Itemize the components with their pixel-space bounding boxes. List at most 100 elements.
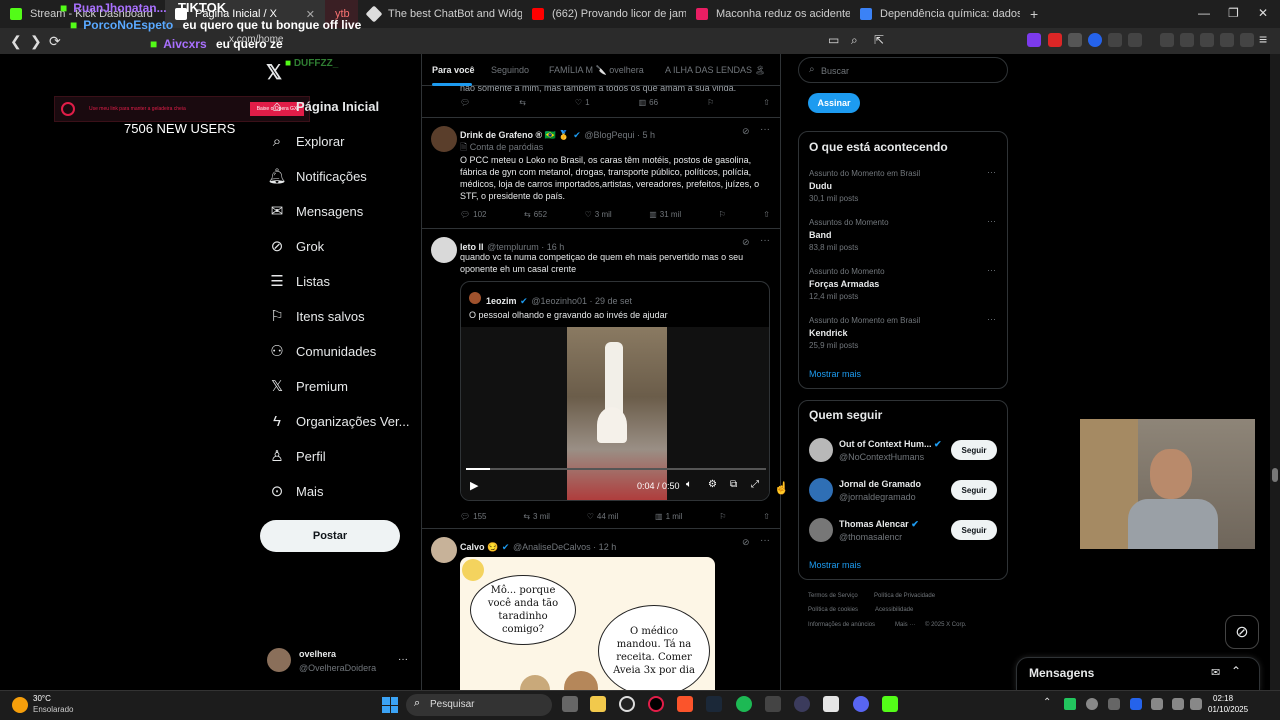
tweet-image-comic[interactable]: Mô... porque você anda tão taradinho com… [460,557,715,690]
sidebar-item-bookmarks[interactable]: ⚐ Itens salvos [268,302,364,330]
volume-icon[interactable] [1190,698,1202,710]
tweet-author[interactable]: Calvo 😏 [460,542,498,552]
views-button[interactable]: ▥ 1 mil [655,512,682,521]
tab-news-1[interactable]: Maconha reduz os acidentes de trân [686,0,850,28]
trend-item[interactable]: Assunto do Momento em Brasil Dudu 30,1 m… [809,167,999,209]
sidebar-item-lists[interactable]: ☰ Listas [268,267,330,295]
tab-news-2[interactable]: Dependência química: dados aponta [850,0,1020,28]
expand-icon[interactable]: ⌃ [1231,664,1241,678]
sidebar-item-home[interactable]: ⌂ Página Inicial [268,92,379,120]
app-icon[interactable] [765,696,781,712]
grok-icon[interactable]: ⊘ [1225,615,1259,649]
tweet-handle[interactable]: @AnaliseDeCalvos · 12 h [513,542,616,552]
notepad-icon[interactable] [823,696,839,712]
like-button[interactable]: ♡ 3 mil [585,210,612,219]
video-player[interactable]: ▶ 0:04 / 0:50 🔈︎ ⚙ ⧉ ⤢ [461,327,769,500]
brave-icon[interactable] [677,696,693,712]
minimize-icon[interactable]: — [1198,6,1210,20]
new-tab-button[interactable]: + [1020,0,1050,28]
opera-gx-icon[interactable] [648,696,664,712]
quoted-tweet[interactable]: 1eozim ✔ @1eozinho01 · 29 de set O pesso… [460,281,770,501]
scrollbar[interactable] [1270,54,1280,690]
windows-start-icon[interactable] [382,697,398,713]
follow-suggestion[interactable]: Out of Context Hum... ✔ @NoContextHumans… [799,435,1007,465]
views-button[interactable]: ▥ 31 mil [649,210,681,219]
extension-icon[interactable] [1128,33,1142,47]
discord-icon[interactable] [853,696,869,712]
share-icon[interactable]: ⇧ [763,210,770,219]
like-button[interactable]: ♡ 44 mil [587,512,619,521]
tray-app-icon[interactable] [1086,698,1098,710]
share-icon[interactable]: ⇧ [763,512,770,521]
tray-app-icon[interactable] [1108,698,1120,710]
vpn-icon[interactable] [1240,33,1254,47]
task-view-icon[interactable] [562,696,578,712]
trend-item[interactable]: Assuntos do Momento Band 83,8 mil posts … [809,216,999,258]
tweet[interactable]: Drink de Grafeno ® 🇧🇷 🥇 ✔ @BlogPequi · 5… [422,118,780,229]
tab-chatbot[interactable]: The best ChatBot and Widgets for Ki [358,0,522,28]
trend-item[interactable]: Assunto do Momento em Brasil Kendrick 25… [809,314,999,356]
tab-familia[interactable]: FAMÍLIA M 🔪 ovelhera [549,65,644,76]
bookmark-icon[interactable]: ⚐ [707,98,714,107]
show-more-link[interactable]: Mostrar mais [809,560,861,570]
pip-icon[interactable]: ⧉ [730,479,737,490]
more-icon[interactable]: ··· [760,535,770,546]
reply-button[interactable]: 💬︎ 102 [460,210,487,219]
footer-link[interactable]: Informações de anúncios [808,622,875,628]
more-icon[interactable]: ··· [987,265,996,275]
tab-for-you[interactable]: Para você [432,65,475,75]
reply-button[interactable]: 💬︎ 155 [460,512,487,521]
taskbar-search[interactable]: ⌕ Pesquisar [406,694,552,716]
avatar[interactable] [431,126,457,152]
sidebar-item-profile[interactable]: ♙ Perfil [268,442,325,470]
window-close-icon[interactable]: ✕ [1258,6,1268,20]
repost-button[interactable]: ⇆ 652 [524,210,547,219]
follow-button[interactable]: Seguir [951,440,997,460]
more-icon[interactable]: ··· [398,654,408,665]
sidebar-item-grok[interactable]: ⊘ Grok [268,232,324,260]
avatar[interactable] [431,537,457,563]
more-icon[interactable]: ··· [987,167,996,177]
tab-ilha[interactable]: A ILHA DAS LENDAS 🏝 [665,65,766,76]
sidebar-item-more[interactable]: ⊙ Mais [268,477,324,505]
follow-button[interactable]: Seguir [951,520,997,540]
follow-suggestion[interactable]: Jornal de Gramado @jornaldegramado Segui… [799,475,1007,505]
leo-icon[interactable] [1220,33,1234,47]
steam-icon[interactable] [706,696,722,712]
sidebar-item-communities[interactable]: ⚇ Comunidades [268,337,376,365]
grok-icon[interactable]: ⊘ [742,237,750,248]
messages-drawer[interactable]: Mensagens ✉ ⌃ [1016,657,1260,691]
wallet-icon[interactable] [1200,33,1214,47]
volume-icon[interactable]: 🔈︎ [686,479,692,490]
follow-suggestion[interactable]: Thomas Alencar ✔ @thomasalencr Seguir [799,515,1007,545]
footer-link[interactable]: Mais ··· [895,622,915,628]
sidebar-item-premium[interactable]: 𝕏 Premium [268,372,348,400]
footer-link[interactable]: Acessibilidade [875,607,913,613]
menu-icon[interactable]: ≡ [1259,31,1267,47]
avatar[interactable] [431,237,457,263]
trend-item[interactable]: Assunto do Momento Forças Armadas 12,4 m… [809,265,999,307]
extension-icon[interactable] [1068,33,1082,47]
tab-youtube[interactable]: (662) Provando licor de jambu #corte [522,0,686,28]
spotify-icon[interactable] [736,696,752,712]
more-icon[interactable]: ··· [760,235,770,246]
more-icon[interactable]: ··· [987,314,996,324]
sidebar-icon[interactable] [1180,33,1194,47]
network-icon[interactable] [1172,698,1184,710]
extension-icon[interactable] [1048,33,1062,47]
restore-icon[interactable]: ❐ [1228,6,1239,20]
views-button[interactable]: ▥ 66 [639,98,658,107]
extension-icon[interactable] [1088,33,1102,47]
footer-link[interactable]: Política de Privacidade [874,593,935,599]
like-button[interactable]: ♡ 1 [575,98,590,107]
tray-app-icon[interactable] [1064,698,1076,710]
play-icon[interactable]: ▶ [470,479,478,492]
reply-icon[interactable]: 💬︎ [460,98,470,107]
zoom-icon[interactable]: ⌕ [851,33,858,48]
tweet-handle[interactable]: @BlogPequi · 5 h [584,130,655,140]
tray-up-icon[interactable]: ⌃ [1043,697,1051,708]
tab-following[interactable]: Seguindo [491,65,529,75]
back-icon[interactable]: ❮ [10,33,22,50]
file-explorer-icon[interactable] [590,696,606,712]
video-progress-track[interactable] [466,468,766,470]
